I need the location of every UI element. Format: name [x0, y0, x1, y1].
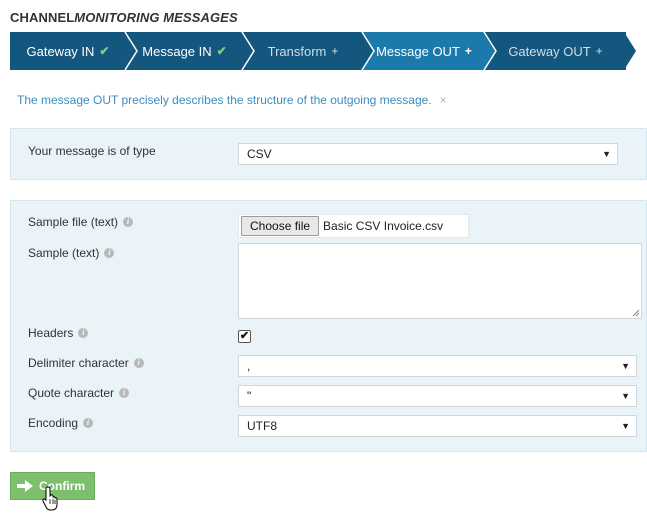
step-label: Transform — [267, 43, 327, 59]
step-label: Message IN — [142, 43, 212, 59]
info-text: The message OUT precisely describes the … — [17, 93, 432, 107]
close-icon[interactable]: × — [440, 93, 447, 107]
step-gateway-in[interactable]: Gateway IN ✔ — [10, 32, 138, 70]
delimiter-row-label: Delimiter character i — [28, 356, 144, 370]
arrow-right-icon — [17, 480, 33, 492]
plus-icon: + — [331, 44, 339, 58]
step-separator — [361, 32, 375, 70]
chevron-down-icon: ▼ — [602, 149, 611, 159]
plus-icon: + — [464, 44, 472, 58]
sample-text-row-label: Sample (text) i — [28, 246, 115, 260]
step-label: Gateway IN — [26, 43, 95, 59]
info-icon: i — [83, 418, 94, 428]
plus-icon: + — [595, 44, 603, 58]
info-icon: i — [104, 248, 115, 258]
step-gateway-out[interactable]: Gateway OUT + — [485, 32, 636, 70]
info-icon: i — [123, 217, 134, 227]
step-transform[interactable]: Transform + — [243, 32, 375, 70]
sample-text-label: Sample (text) — [28, 246, 100, 260]
sample-file-input[interactable]: Choose file Basic CSV Invoice.csv — [238, 214, 469, 238]
headers-row-label: Headers i — [28, 326, 89, 340]
file-name: Basic CSV Invoice.csv — [323, 219, 444, 233]
sample-file-label: Sample file (text) — [28, 215, 119, 229]
csv-settings-panel: Sample file (text) i Choose file Basic C… — [10, 200, 647, 452]
delimiter-label: Delimiter character — [28, 356, 129, 370]
step-separator — [624, 32, 636, 70]
encoding-value: UTF8 — [247, 419, 277, 433]
delimiter-select[interactable]: , ▼ — [238, 355, 637, 377]
choose-file-button[interactable]: Choose file — [241, 216, 320, 236]
info-icon: i — [78, 328, 89, 338]
encoding-select[interactable]: UTF8 ▼ — [238, 415, 637, 437]
step-message-out[interactable]: Message OUT + — [363, 32, 497, 70]
sample-file-row-label: Sample file (text) i — [28, 215, 134, 229]
resize-handle-icon[interactable] — [632, 309, 640, 317]
chevron-down-icon: ▼ — [621, 391, 630, 401]
wizard-steps: Gateway IN ✔ Message IN ✔ Transform + Me… — [10, 32, 647, 70]
message-type-select[interactable]: CSV ▼ — [238, 143, 618, 165]
encoding-row-label: Encoding i — [28, 416, 94, 430]
delimiter-value: , — [247, 359, 251, 373]
check-icon: ✔ — [216, 44, 227, 58]
chevron-down-icon: ▼ — [621, 361, 630, 371]
quote-row-label: Quote character i — [28, 386, 130, 400]
chevron-down-icon: ▼ — [621, 421, 630, 431]
step-separator — [241, 32, 255, 70]
step-separator — [124, 32, 138, 70]
step-separator — [483, 32, 497, 70]
info-message: The message OUT precisely describes the … — [17, 93, 447, 107]
info-icon: i — [133, 358, 144, 368]
encoding-label: Encoding — [28, 416, 79, 430]
message-type-label: Your message is of type — [28, 144, 156, 158]
step-message-in[interactable]: Message IN ✔ — [126, 32, 255, 70]
headers-label: Headers — [28, 326, 74, 340]
checkmark-icon: ✔ — [239, 330, 250, 342]
page-title: CHANNELMONITORING MESSAGES — [10, 10, 238, 25]
headers-checkbox[interactable]: ✔ — [238, 330, 251, 343]
quote-label: Quote character — [28, 386, 115, 400]
info-icon: i — [119, 388, 130, 398]
check-icon: ✔ — [99, 44, 110, 58]
step-label: Message OUT — [376, 43, 460, 59]
hand-cursor-icon — [42, 486, 58, 511]
message-type-panel: Your message is of type CSV ▼ — [10, 128, 647, 180]
quote-select[interactable]: " ▼ — [238, 385, 637, 407]
step-label: Gateway OUT — [508, 43, 591, 59]
message-type-value: CSV — [247, 147, 272, 161]
sample-text-area[interactable] — [238, 243, 642, 319]
quote-value: " — [247, 389, 252, 403]
